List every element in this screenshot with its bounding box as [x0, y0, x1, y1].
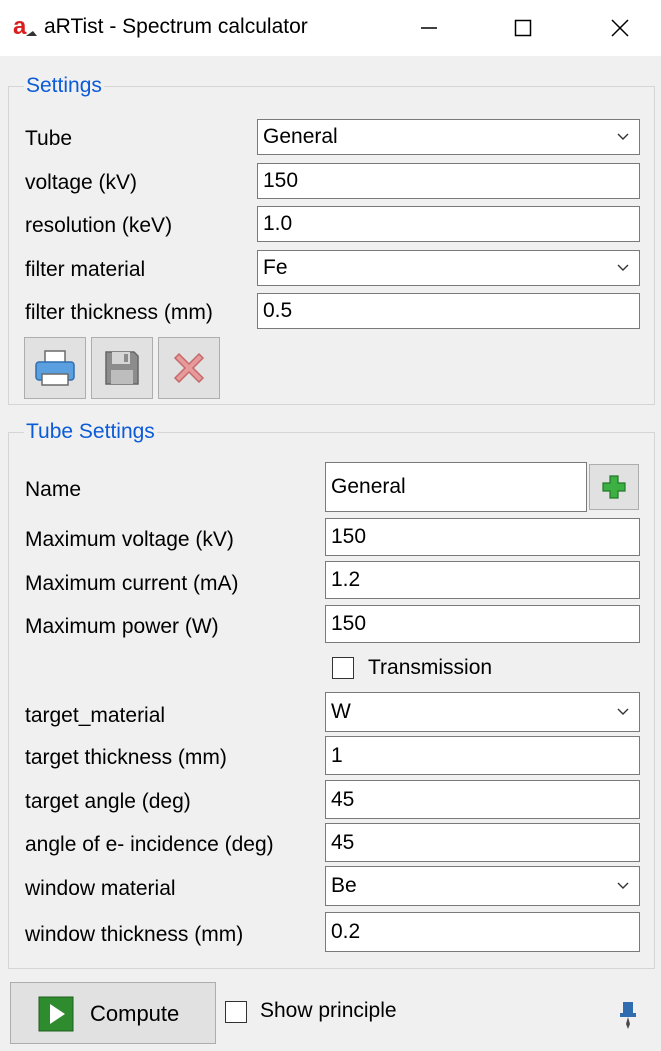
- target-angle-label: target angle (deg): [25, 790, 191, 813]
- target-thickness-input[interactable]: 1: [325, 736, 640, 775]
- add-tube-button[interactable]: [589, 464, 639, 510]
- minimize-icon: [421, 27, 437, 29]
- title-bar: a aRTist - Spectrum calculator: [0, 0, 661, 56]
- show-principle-label[interactable]: Show principle: [260, 999, 397, 1023]
- voltage-label: voltage (kV): [25, 171, 138, 194]
- window-material-label: window material: [25, 877, 176, 900]
- maximize-icon: [514, 19, 532, 37]
- incidence-angle-label: angle of e- incidence (deg): [25, 833, 274, 856]
- window-thickness-label: window thickness (mm): [25, 923, 244, 946]
- target-material-value: W: [331, 700, 351, 723]
- max-power-input[interactable]: 150: [325, 605, 640, 643]
- delete-button[interactable]: [158, 337, 220, 399]
- filter-thickness-label: filter thickness (mm): [25, 301, 213, 324]
- window-thickness-input[interactable]: 0.2: [325, 912, 640, 952]
- target-material-label: target_material: [25, 704, 166, 727]
- show-principle-checkbox[interactable]: [225, 1001, 247, 1023]
- window-title: aRTist - Spectrum calculator: [44, 15, 308, 38]
- voltage-input[interactable]: 150: [257, 163, 640, 199]
- transmission-checkbox[interactable]: [332, 657, 354, 679]
- maximize-button[interactable]: [490, 0, 556, 56]
- name-input[interactable]: General: [325, 462, 587, 512]
- compute-label: Compute: [90, 1001, 180, 1026]
- minimize-button[interactable]: [396, 0, 462, 56]
- settings-group-title: Settings: [24, 74, 104, 98]
- chevron-down-icon: [617, 133, 629, 140]
- max-power-label: Maximum power (W): [25, 615, 219, 638]
- target-angle-input[interactable]: 45: [325, 780, 640, 819]
- close-button[interactable]: [587, 0, 653, 56]
- tube-select-value: General: [263, 125, 338, 148]
- tube-select[interactable]: General: [257, 119, 640, 155]
- window-material-value: Be: [331, 874, 357, 897]
- pin-icon[interactable]: [617, 1000, 639, 1030]
- resolution-input[interactable]: 1.0: [257, 206, 640, 242]
- tube-settings-group-title: Tube Settings: [24, 420, 157, 444]
- max-voltage-label: Maximum voltage (kV): [25, 528, 234, 551]
- filter-material-select[interactable]: Fe: [257, 250, 640, 286]
- save-button[interactable]: [91, 337, 153, 399]
- chevron-down-icon: [617, 708, 629, 715]
- filter-material-value: Fe: [263, 256, 288, 279]
- window-material-select[interactable]: Be: [325, 866, 640, 906]
- target-thickness-label: target thickness (mm): [25, 746, 227, 769]
- delete-icon: [173, 352, 205, 384]
- plus-icon: [602, 475, 626, 499]
- max-current-input[interactable]: 1.2: [325, 561, 640, 599]
- tube-label: Tube: [25, 127, 73, 150]
- incidence-angle-input[interactable]: 45: [325, 823, 640, 862]
- chevron-down-icon: [617, 264, 629, 271]
- chevron-down-icon: [617, 882, 629, 889]
- target-material-select[interactable]: W: [325, 692, 640, 732]
- svg-text:a: a: [13, 14, 27, 40]
- close-icon: [611, 19, 629, 37]
- print-button[interactable]: [24, 337, 86, 399]
- filter-material-label: filter material: [25, 258, 146, 281]
- transmission-label[interactable]: Transmission: [368, 656, 492, 680]
- resolution-label: resolution (keV): [25, 214, 173, 237]
- compute-button[interactable]: Compute: [10, 982, 216, 1044]
- artist-app-icon: a: [13, 14, 37, 40]
- play-icon: [38, 996, 74, 1032]
- max-voltage-input[interactable]: 150: [325, 518, 640, 556]
- max-current-label: Maximum current (mA): [25, 572, 239, 595]
- save-icon: [105, 351, 139, 385]
- name-label: Name: [25, 478, 82, 501]
- print-icon: [35, 350, 75, 386]
- filter-thickness-input[interactable]: 0.5: [257, 293, 640, 329]
